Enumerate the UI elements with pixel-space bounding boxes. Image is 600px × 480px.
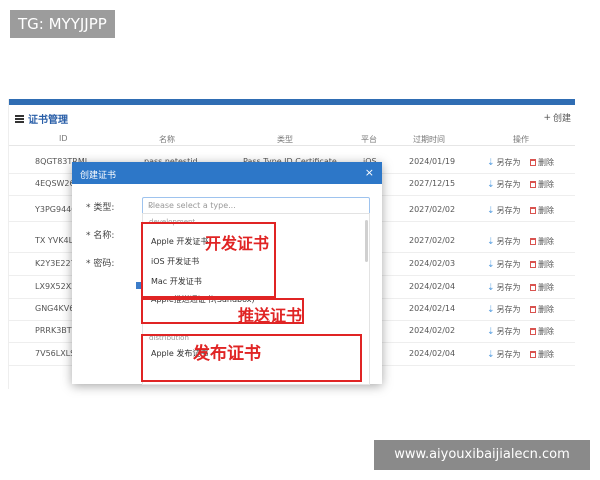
save-as-button[interactable]: ⇣ 另存为 <box>487 304 521 315</box>
col-type: 类型 <box>277 135 293 144</box>
save-as-label: 另存为 <box>496 237 521 246</box>
top-accent-bar <box>9 99 575 105</box>
cell-id: TX YVK4L <box>35 236 74 245</box>
cell-id: LX9X52X2 <box>35 282 77 291</box>
delete-label: 删除 <box>538 283 554 292</box>
col-platform: 平台 <box>361 135 377 144</box>
download-icon: ⇣ <box>487 326 495 337</box>
cell-expires: 2027/02/02 <box>409 236 456 245</box>
trash-icon <box>530 159 536 166</box>
panel-header: 证书管理 <box>15 111 68 126</box>
col-actions: 操作 <box>513 135 529 144</box>
delete-label: 删除 <box>538 350 554 359</box>
save-as-button[interactable]: ⇣ 另存为 <box>487 157 521 168</box>
chevron-down-icon: ⌄ <box>148 201 155 210</box>
cell-id: GNG4KV6 <box>35 304 75 313</box>
save-as-label: 另存为 <box>496 305 521 314</box>
trash-icon <box>530 328 536 335</box>
cell-expires: 2024/02/04 <box>409 282 456 291</box>
download-icon: ⇣ <box>487 179 495 190</box>
download-icon: ⇣ <box>487 349 495 360</box>
delete-button[interactable]: 删除 <box>530 205 554 216</box>
trash-icon <box>530 284 536 291</box>
save-as-label: 另存为 <box>496 158 521 167</box>
close-icon[interactable]: × <box>365 166 374 179</box>
delete-button[interactable]: 删除 <box>530 236 554 247</box>
save-as-label: 另存为 <box>496 350 521 359</box>
download-icon: ⇣ <box>487 304 495 315</box>
save-as-button[interactable]: ⇣ 另存为 <box>487 236 521 247</box>
watermark-bottom: www.aiyouxibaijialecn.com <box>374 440 590 470</box>
download-icon: ⇣ <box>487 205 495 216</box>
col-expires: 过期时间 <box>413 135 445 144</box>
cell-id: 4EQSW26 <box>35 179 75 188</box>
save-as-button[interactable]: ⇣ 另存为 <box>487 326 521 337</box>
download-icon: ⇣ <box>487 282 495 293</box>
dialog-header: 创建证书 × <box>72 162 382 184</box>
cell-expires: 2024/02/14 <box>409 304 456 313</box>
cell-expires: 2024/02/02 <box>409 326 456 335</box>
save-as-button[interactable]: ⇣ 另存为 <box>487 259 521 270</box>
trash-icon <box>530 181 536 188</box>
delete-label: 删除 <box>538 180 554 189</box>
col-id: ID <box>59 134 68 143</box>
dialog-title: 创建证书 <box>80 171 117 181</box>
cell-expires: 2027/12/15 <box>409 179 456 188</box>
delete-label: 删除 <box>538 327 554 336</box>
type-label: * 类型: <box>86 203 115 213</box>
cell-id: K2Y3E227 <box>35 259 76 268</box>
annotation-push: 推送证书 <box>238 306 303 325</box>
save-as-button[interactable]: ⇣ 另存为 <box>487 349 521 360</box>
trash-icon <box>530 351 536 358</box>
save-as-label: 另存为 <box>496 206 521 215</box>
delete-label: 删除 <box>538 305 554 314</box>
name-label: * 名称: <box>86 231 115 241</box>
save-as-button[interactable]: ⇣ 另存为 <box>487 179 521 190</box>
delete-button[interactable]: 删除 <box>530 326 554 337</box>
delete-label: 删除 <box>538 206 554 215</box>
cell-expires: 2027/02/02 <box>409 205 456 214</box>
annotation-dev: 开发证书 <box>205 234 270 253</box>
delete-label: 删除 <box>538 260 554 269</box>
cell-expires: 2024/01/19 <box>409 157 456 166</box>
download-icon: ⇣ <box>487 236 495 247</box>
delete-label: 删除 <box>538 237 554 246</box>
cell-id: Y3PG944C <box>35 205 77 214</box>
cell-expires: 2024/02/03 <box>409 259 456 268</box>
save-as-label: 另存为 <box>496 327 521 336</box>
annotation-dist: 发布证书 <box>193 344 261 364</box>
cell-expires: 2024/02/04 <box>409 349 456 358</box>
delete-label: 删除 <box>538 158 554 167</box>
download-icon: ⇣ <box>487 259 495 270</box>
create-label: 创建 <box>552 114 571 124</box>
trash-icon <box>530 261 536 268</box>
trash-icon <box>530 238 536 245</box>
delete-button[interactable]: 删除 <box>530 179 554 190</box>
delete-button[interactable]: 删除 <box>530 349 554 360</box>
delete-button[interactable]: 删除 <box>530 282 554 293</box>
save-as-label: 另存为 <box>496 283 521 292</box>
panel-title: 证书管理 <box>28 115 68 126</box>
save-as-label: 另存为 <box>496 260 521 269</box>
dropdown-scrollbar[interactable] <box>365 220 368 262</box>
download-icon: ⇣ <box>487 157 495 168</box>
password-label: * 密码: <box>86 259 115 269</box>
col-name: 名称 <box>159 135 175 144</box>
create-button[interactable]: + 创建 <box>543 111 571 125</box>
save-as-button[interactable]: ⇣ 另存为 <box>487 282 521 293</box>
save-as-label: 另存为 <box>496 180 521 189</box>
delete-button[interactable]: 删除 <box>530 259 554 270</box>
plus-icon: + <box>543 112 551 123</box>
delete-button[interactable]: 删除 <box>530 157 554 168</box>
table-header: ID 名称 类型 平台 过期时间 操作 <box>9 129 575 146</box>
watermark-top: TG: MYYJJPP <box>10 10 115 38</box>
delete-button[interactable]: 删除 <box>530 304 554 315</box>
save-as-button[interactable]: ⇣ 另存为 <box>487 205 521 216</box>
list-icon <box>15 114 24 123</box>
trash-icon <box>530 306 536 313</box>
trash-icon <box>530 207 536 214</box>
